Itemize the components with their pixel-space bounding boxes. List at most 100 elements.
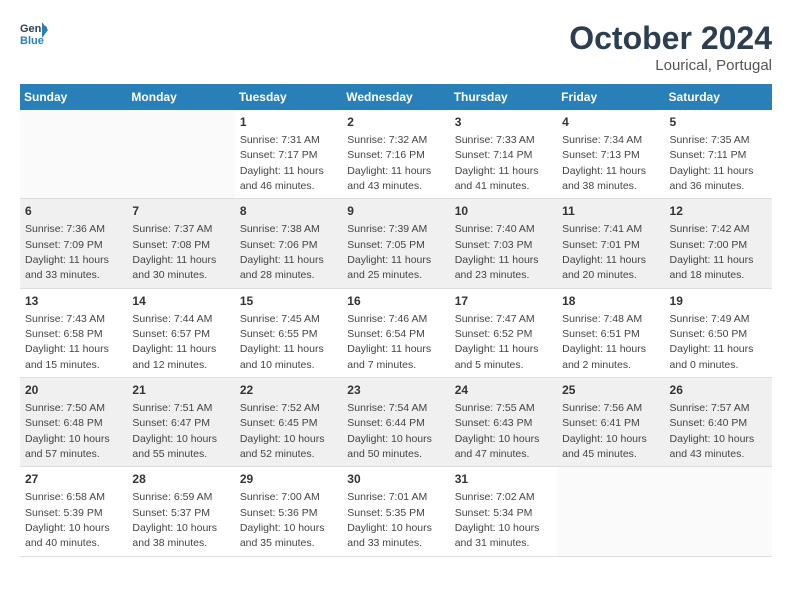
day-number: 24 [455,382,552,399]
title-block: October 2024 Lourical, Portugal [569,20,772,74]
day-number: 29 [240,471,337,488]
logo: General Blue [20,20,48,48]
day-info: Sunrise: 7:38 AMSunset: 7:06 PMDaylight:… [240,223,324,281]
weekday-header: Saturday [665,84,772,110]
calendar-cell: 24Sunrise: 7:55 AMSunset: 6:43 PMDayligh… [450,378,557,467]
day-info: Sunrise: 7:36 AMSunset: 7:09 PMDaylight:… [25,223,109,281]
day-number: 20 [25,382,122,399]
day-number: 17 [455,293,552,310]
calendar-cell: 26 Sunrise: 7:57 AMSunset: 6:40 PMDayligh… [665,378,772,467]
day-info: Sunrise: 7:33 AMSunset: 7:14 PMDaylight:… [455,134,539,192]
day-number: 2 [347,114,444,131]
calendar-cell: 10 Sunrise: 7:40 AMSunset: 7:03 PMDayligh… [450,199,557,288]
calendar-cell: 25 Sunrise: 7:56 AMSunset: 6:41 PMDayligh… [557,378,664,467]
day-info: Sunrise: 7:57 AMSunset: 6:40 PMDaylight:… [670,402,755,460]
day-number: 13 [25,293,122,310]
day-number: 18 [562,293,659,310]
day-info: Sunrise: 7:45 AMSunset: 6:55 PMDaylight:… [240,313,324,371]
calendar-week-row: 20 Sunrise: 7:50 AMSunset: 6:48 PMDayligh… [20,378,772,467]
calendar-cell: 9 Sunrise: 7:39 AMSunset: 7:05 PMDaylight… [342,199,449,288]
day-info: Sunrise: 7:56 AMSunset: 6:41 PMDaylight:… [562,402,647,460]
day-number: 5 [670,114,767,131]
day-number: 7 [132,203,229,220]
day-info: Sunrise: 7:50 AMSunset: 6:48 PMDaylight:… [25,402,110,460]
calendar-cell: 12 Sunrise: 7:42 AMSunset: 7:00 PMDayligh… [665,199,772,288]
day-number: 25 [562,382,659,399]
day-number: 23 [347,382,444,399]
calendar-cell: 8 Sunrise: 7:38 AMSunset: 7:06 PMDaylight… [235,199,342,288]
calendar-week-row: 13 Sunrise: 7:43 AMSunset: 6:58 PMDayligh… [20,288,772,377]
weekday-header: Monday [127,84,234,110]
day-number: 1 [240,114,337,131]
day-info: Sunrise: 7:41 AMSunset: 7:01 PMDaylight:… [562,223,646,281]
day-number: 14 [132,293,229,310]
day-info: Sunrise: 7:37 AMSunset: 7:08 PMDaylight:… [132,223,216,281]
day-info: Sunrise: 7:32 AMSunset: 7:16 PMDaylight:… [347,134,431,192]
day-info: Sunrise: 7:52 AMSunset: 6:45 PMDaylight:… [240,402,325,460]
calendar-cell [665,467,772,556]
weekday-header: Thursday [450,84,557,110]
day-info: Sunrise: 7:40 AMSunset: 7:03 PMDaylight:… [455,223,539,281]
calendar-cell: 13 Sunrise: 7:43 AMSunset: 6:58 PMDayligh… [20,288,127,377]
calendar-cell: 23 Sunrise: 7:54 AMSunset: 6:44 PMDayligh… [342,378,449,467]
calendar-cell: 31 Sunrise: 7:02 AMSunset: 5:34 PMDayligh… [450,467,557,556]
location-label: Lourical, Portugal [569,57,772,74]
day-number: 10 [455,203,552,220]
calendar-cell: 4 Sunrise: 7:34 AMSunset: 7:13 PMDaylight… [557,110,664,199]
calendar-cell: 19 Sunrise: 7:49 AMSunset: 6:50 PMDayligh… [665,288,772,377]
day-number: 30 [347,471,444,488]
calendar-cell: 28Sunrise: 6:59 AMSunset: 5:37 PMDayligh… [127,467,234,556]
calendar-cell: 7 Sunrise: 7:37 AMSunset: 7:08 PMDaylight… [127,199,234,288]
calendar-cell: 30Sunrise: 7:01 AMSunset: 5:35 PMDayligh… [342,467,449,556]
calendar-cell: 3 Sunrise: 7:33 AMSunset: 7:14 PMDaylight… [450,110,557,199]
day-number: 9 [347,203,444,220]
calendar-cell: 22 Sunrise: 7:52 AMSunset: 6:45 PMDayligh… [235,378,342,467]
calendar-cell: 11Sunrise: 7:41 AMSunset: 7:01 PMDayligh… [557,199,664,288]
day-number: 12 [670,203,767,220]
calendar-cell: 15 Sunrise: 7:45 AMSunset: 6:55 PMDayligh… [235,288,342,377]
calendar-cell: 18 Sunrise: 7:48 AMSunset: 6:51 PMDayligh… [557,288,664,377]
calendar-cell [557,467,664,556]
weekday-header: Sunday [20,84,127,110]
day-number: 8 [240,203,337,220]
day-info: Sunrise: 7:42 AMSunset: 7:00 PMDaylight:… [670,223,754,281]
day-number: 6 [25,203,122,220]
weekday-header: Tuesday [235,84,342,110]
day-info: Sunrise: 7:34 AMSunset: 7:13 PMDaylight:… [562,134,646,192]
logo-icon: General Blue [20,20,48,48]
calendar-cell: 20 Sunrise: 7:50 AMSunset: 6:48 PMDayligh… [20,378,127,467]
day-number: 28 [132,471,229,488]
day-number: 26 [670,382,767,399]
svg-text:Blue: Blue [20,35,44,47]
day-info: Sunrise: 7:48 AMSunset: 6:51 PMDaylight:… [562,313,646,371]
calendar-cell: 29Sunrise: 7:00 AMSunset: 5:36 PMDayligh… [235,467,342,556]
weekday-header: Friday [557,84,664,110]
calendar-cell: 14Sunrise: 7:44 AMSunset: 6:57 PMDayligh… [127,288,234,377]
day-number: 4 [562,114,659,131]
day-number: 15 [240,293,337,310]
day-number: 27 [25,471,122,488]
day-number: 3 [455,114,552,131]
day-info: Sunrise: 7:51 AMSunset: 6:47 PMDaylight:… [132,402,217,460]
calendar-cell: 2 Sunrise: 7:32 AMSunset: 7:16 PMDaylight… [342,110,449,199]
day-info: Sunrise: 7:35 AMSunset: 7:11 PMDaylight:… [670,134,754,192]
day-number: 19 [670,293,767,310]
day-info: Sunrise: 7:54 AMSunset: 6:44 PMDaylight:… [347,402,432,460]
calendar-table: SundayMondayTuesdayWednesdayThursdayFrid… [20,84,772,557]
day-info: Sunrise: 6:58 AMSunset: 5:39 PMDaylight:… [25,491,110,549]
day-number: 16 [347,293,444,310]
day-number: 31 [455,471,552,488]
day-info: Sunrise: 7:31 AMSunset: 7:17 PMDaylight:… [240,134,324,192]
calendar-week-row: 1 Sunrise: 7:31 AMSunset: 7:17 PMDaylight… [20,110,772,199]
calendar-cell: 17 Sunrise: 7:47 AMSunset: 6:52 PMDayligh… [450,288,557,377]
day-info: Sunrise: 7:43 AMSunset: 6:58 PMDaylight:… [25,313,109,371]
calendar-week-row: 27 Sunrise: 6:58 AMSunset: 5:39 PMDayligh… [20,467,772,556]
day-info: Sunrise: 7:46 AMSunset: 6:54 PMDaylight:… [347,313,431,371]
day-info: Sunrise: 7:49 AMSunset: 6:50 PMDaylight:… [670,313,754,371]
day-info: Sunrise: 7:47 AMSunset: 6:52 PMDaylight:… [455,313,539,371]
weekday-header: Wednesday [342,84,449,110]
day-number: 22 [240,382,337,399]
day-info: Sunrise: 7:39 AMSunset: 7:05 PMDaylight:… [347,223,431,281]
day-info: Sunrise: 7:02 AMSunset: 5:34 PMDaylight:… [455,491,540,549]
calendar-cell: 6 Sunrise: 7:36 AMSunset: 7:09 PMDaylight… [20,199,127,288]
